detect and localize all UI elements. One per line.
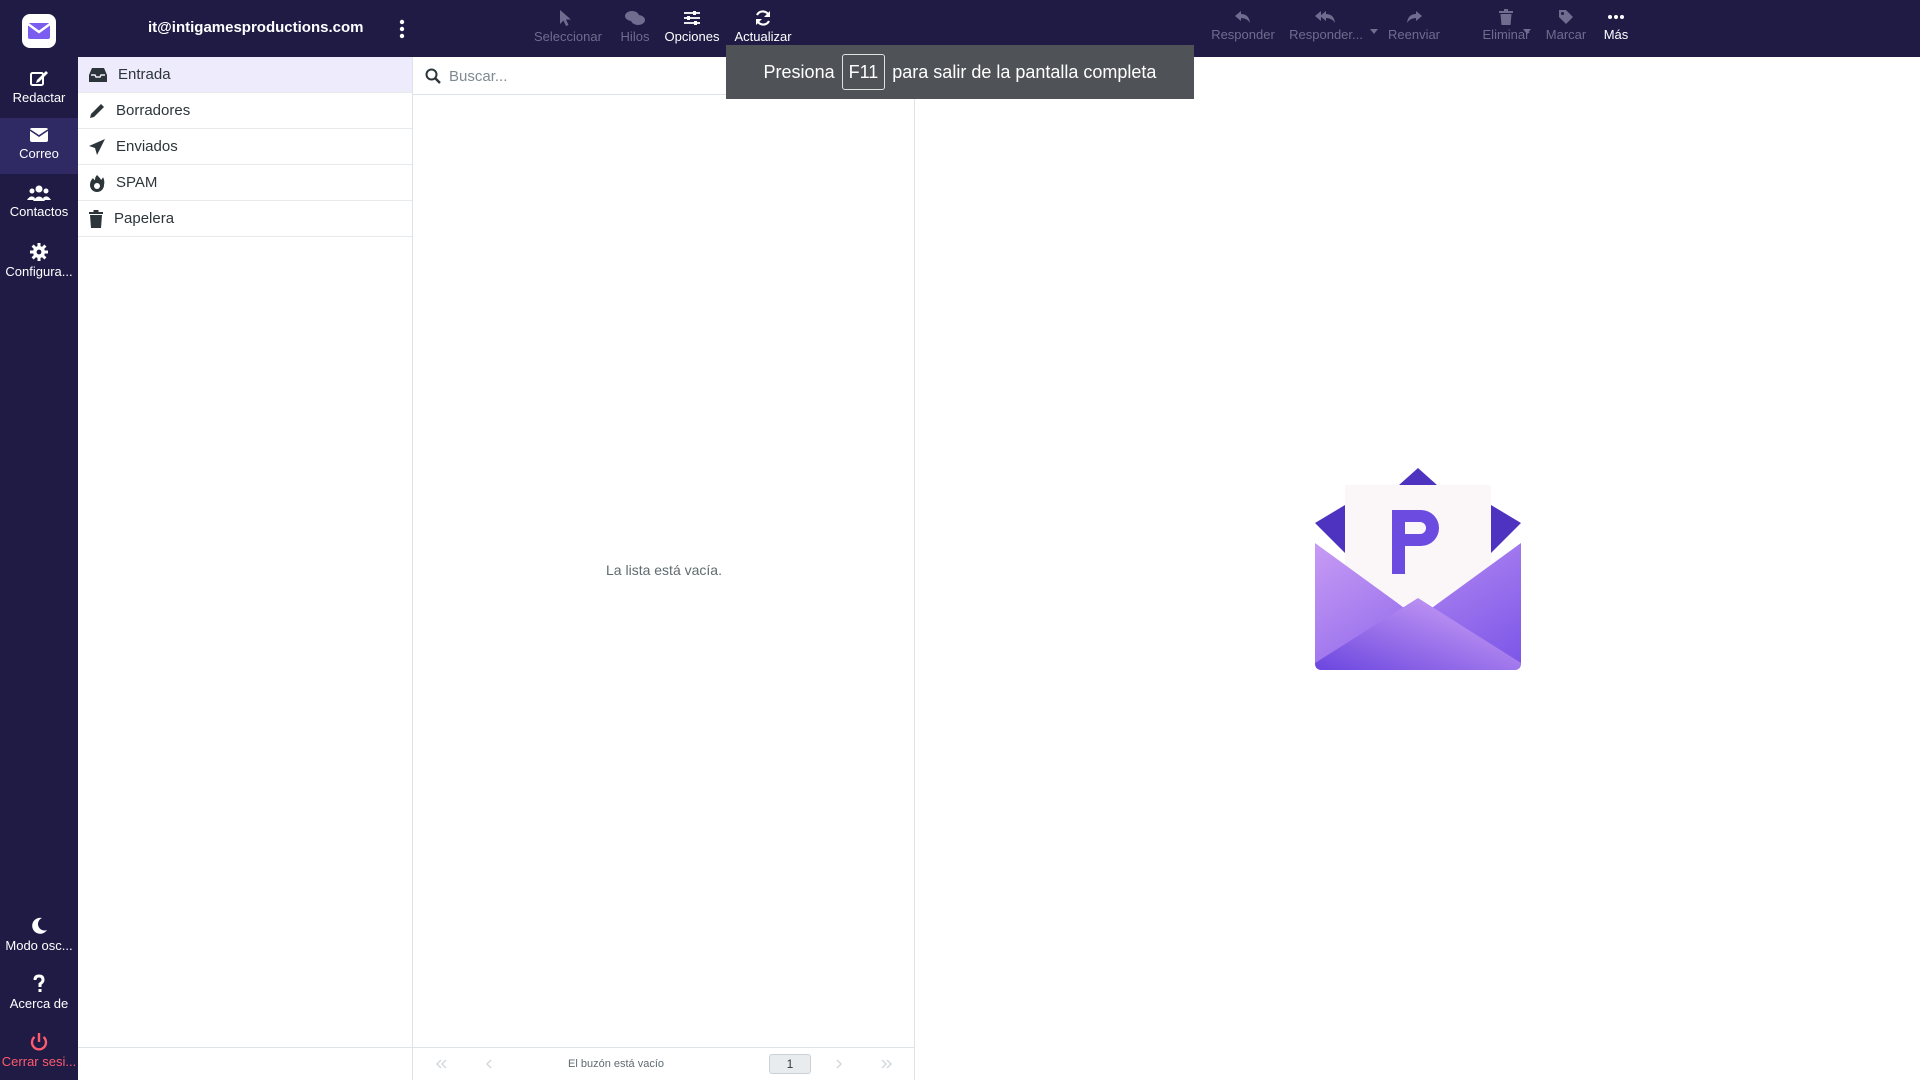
message-count: El buzón está vacío: [568, 1058, 665, 1070]
empty-list-message: La lista está vacía.: [606, 562, 722, 578]
nav-dark-mode[interactable]: Modo osc...: [0, 908, 78, 964]
question-icon: [33, 974, 45, 992]
nav-mail[interactable]: Correo: [0, 118, 78, 174]
reply-all-dropdown[interactable]: [1369, 22, 1379, 34]
logo-envelope-icon: [27, 23, 51, 39]
nav-compose-label: Redactar: [12, 90, 66, 105]
inbox-icon: [89, 67, 107, 82]
pointer-icon: [560, 10, 571, 26]
envelope-icon: [29, 128, 49, 142]
nav-about[interactable]: Acerca de: [0, 966, 78, 1022]
delete-label: Eliminar: [1482, 27, 1530, 42]
folder-trash-label: Papelera: [114, 210, 175, 227]
forward-icon: [1407, 11, 1422, 23]
last-page-icon[interactable]: [879, 1056, 895, 1072]
options-button[interactable]: Opciones: [662, 6, 722, 54]
page-number-field[interactable]: 1: [769, 1054, 811, 1074]
options-label: Opciones: [664, 29, 720, 44]
nav-about-label: Acerca de: [9, 996, 69, 1011]
nav-contacts-label: Contactos: [9, 204, 69, 219]
tag-icon: [1559, 10, 1573, 24]
users-icon: [27, 185, 51, 201]
folder-drafts-label: Borradores: [116, 102, 191, 119]
threads-label: Hilos: [620, 29, 650, 44]
mark-label: Marcar: [1545, 27, 1587, 42]
fullscreen-key: F11: [841, 54, 886, 90]
refresh-label: Actualizar: [734, 29, 792, 44]
nav-settings-label: Configura...: [5, 264, 73, 279]
pencil-icon: [90, 103, 104, 118]
threads-button[interactable]: Hilos: [614, 6, 656, 54]
previous-page-icon[interactable]: [481, 1056, 497, 1072]
more-label: Más: [1603, 27, 1629, 42]
folder-list-footer: [78, 1047, 413, 1080]
delete-button[interactable]: Eliminar: [1476, 6, 1536, 54]
folder-inbox[interactable]: Entrada: [78, 57, 412, 93]
folder-sent-label: Enviados: [116, 138, 178, 155]
moon-icon: [32, 917, 47, 934]
trash-icon: [1499, 9, 1513, 25]
search-icon: [425, 68, 441, 84]
account-email: it@intigamesproductions.com: [148, 19, 364, 36]
gear-icon: [30, 243, 48, 261]
folder-trash[interactable]: Papelera: [78, 201, 412, 237]
main-nav: Redactar Correo Contactos Configura... M…: [0, 0, 78, 1080]
nav-logout-label: Cerrar sesi...: [1, 1054, 77, 1069]
power-icon: [30, 1033, 48, 1051]
forward-button[interactable]: Reenviar: [1382, 6, 1446, 54]
folder-list: Entrada Borradores Enviados SPAM Papeler…: [78, 57, 413, 1047]
account-menu-button[interactable]: [396, 17, 408, 41]
reply-label: Responder: [1211, 27, 1275, 42]
folder-inbox-label: Entrada: [118, 66, 171, 83]
list-pagination: El buzón está vacío 1: [413, 1047, 915, 1080]
nav-dark-mode-label: Modo osc...: [5, 938, 73, 953]
more-icon: [1608, 15, 1624, 19]
kebab-menu-icon: [399, 19, 405, 39]
folder-drafts[interactable]: Borradores: [78, 93, 412, 129]
refresh-icon: [755, 10, 771, 26]
paper-plane-icon: [89, 138, 105, 155]
trash-icon: [89, 209, 103, 228]
caret-down-icon: [1370, 29, 1378, 34]
reply-all-icon: [1315, 11, 1335, 23]
reply-all-label: Responder...: [1289, 27, 1363, 42]
more-button[interactable]: Más: [1594, 6, 1638, 54]
fullscreen-exit-notice: Presiona F11 para salir de la pantalla c…: [726, 45, 1194, 99]
select-button[interactable]: Seleccionar: [534, 6, 602, 54]
reply-button[interactable]: Responder: [1210, 6, 1276, 54]
reply-all-button[interactable]: Responder...: [1288, 6, 1364, 54]
mark-button[interactable]: Marcar: [1538, 6, 1594, 54]
folder-spam[interactable]: SPAM: [78, 165, 412, 201]
fullscreen-notice-prefix: Presiona: [763, 61, 835, 82]
select-label: Seleccionar: [534, 29, 602, 44]
threads-icon: [625, 11, 645, 25]
message-list: La lista está vacía.: [413, 57, 915, 1047]
fullscreen-notice-suffix: para salir de la pantalla completa: [892, 61, 1157, 82]
nav-compose[interactable]: Redactar: [0, 60, 78, 116]
app-logo: [22, 14, 56, 48]
forward-label: Reenviar: [1387, 27, 1441, 42]
envelope-logo-watermark: [1315, 468, 1521, 670]
first-page-icon[interactable]: [433, 1056, 449, 1072]
fire-icon: [90, 174, 105, 192]
folder-sent[interactable]: Enviados: [78, 129, 412, 165]
folder-spam-label: SPAM: [116, 174, 158, 191]
next-page-icon[interactable]: [831, 1056, 847, 1072]
sliders-icon: [684, 11, 700, 25]
reply-icon: [1235, 11, 1250, 23]
nav-contacts[interactable]: Contactos: [0, 176, 78, 232]
nav-settings[interactable]: Configura...: [0, 234, 78, 290]
nav-mail-label: Correo: [19, 146, 59, 161]
compose-icon: [30, 71, 48, 86]
message-preview: [915, 57, 1920, 1080]
nav-logout[interactable]: Cerrar sesi...: [0, 1024, 78, 1080]
